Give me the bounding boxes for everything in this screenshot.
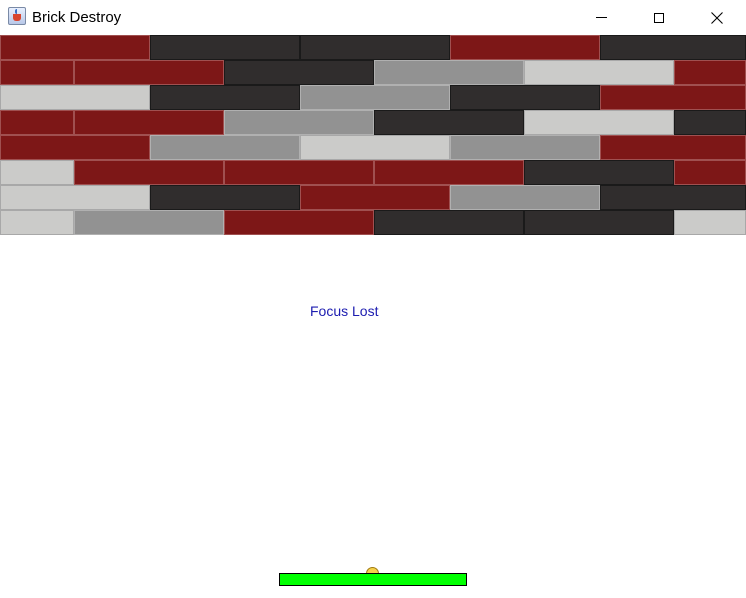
brick-clay — [0, 60, 74, 85]
brick-dark — [674, 110, 746, 135]
brick-cement — [674, 210, 746, 235]
brick-dark — [450, 85, 600, 110]
window-title: Brick Destroy — [32, 9, 122, 26]
focus-lost-message: Focus Lost — [310, 303, 379, 319]
brick-dark — [600, 185, 746, 210]
brick-cement — [0, 185, 150, 210]
brick-clay — [74, 110, 224, 135]
brick-steel — [150, 135, 300, 160]
brick-cement — [0, 210, 74, 235]
brick-dark — [150, 85, 300, 110]
brick-steel — [374, 60, 524, 85]
brick-dark — [224, 60, 374, 85]
brick-dark — [150, 185, 300, 210]
brick-clay — [224, 160, 374, 185]
close-icon — [711, 11, 723, 24]
minimize-button[interactable] — [572, 0, 630, 35]
brick-dark — [524, 160, 674, 185]
brick-dark — [150, 35, 300, 60]
brick-steel — [74, 210, 224, 235]
brick-dark — [300, 35, 450, 60]
brick-clay — [0, 35, 150, 60]
brick-clay — [300, 185, 450, 210]
brick-cement — [524, 60, 674, 85]
brick-clay — [374, 160, 524, 185]
brick-steel — [300, 85, 450, 110]
brick-clay — [674, 60, 746, 85]
paddle[interactable] — [279, 573, 467, 586]
brick-clay — [0, 135, 150, 160]
brick-clay — [674, 160, 746, 185]
brick-dark — [524, 210, 674, 235]
brick-dark — [374, 110, 524, 135]
maximize-button[interactable] — [630, 0, 688, 35]
minimize-icon — [595, 17, 607, 18]
brick-clay — [600, 85, 746, 110]
brick-steel — [450, 185, 600, 210]
brick-clay — [450, 35, 600, 60]
title-bar[interactable]: Brick Destroy — [0, 0, 746, 35]
brick-clay — [74, 60, 224, 85]
brick-dark — [600, 35, 746, 60]
brick-steel — [224, 110, 374, 135]
brick-dark — [374, 210, 524, 235]
brick-cement — [524, 110, 674, 135]
app-window: Brick Destroy Focus Lost — [0, 0, 746, 598]
brick-clay — [0, 110, 74, 135]
brick-steel — [450, 135, 600, 160]
brick-cement — [0, 160, 74, 185]
maximize-icon — [654, 12, 664, 23]
brick-cement — [300, 135, 450, 160]
java-cup-icon — [8, 7, 26, 25]
brick-cement — [0, 85, 150, 110]
brick-clay — [74, 160, 224, 185]
brick-clay — [224, 210, 374, 235]
brick-wall — [0, 35, 746, 235]
game-canvas[interactable]: Focus Lost — [0, 35, 746, 598]
close-button[interactable] — [688, 0, 746, 35]
brick-clay — [600, 135, 746, 160]
